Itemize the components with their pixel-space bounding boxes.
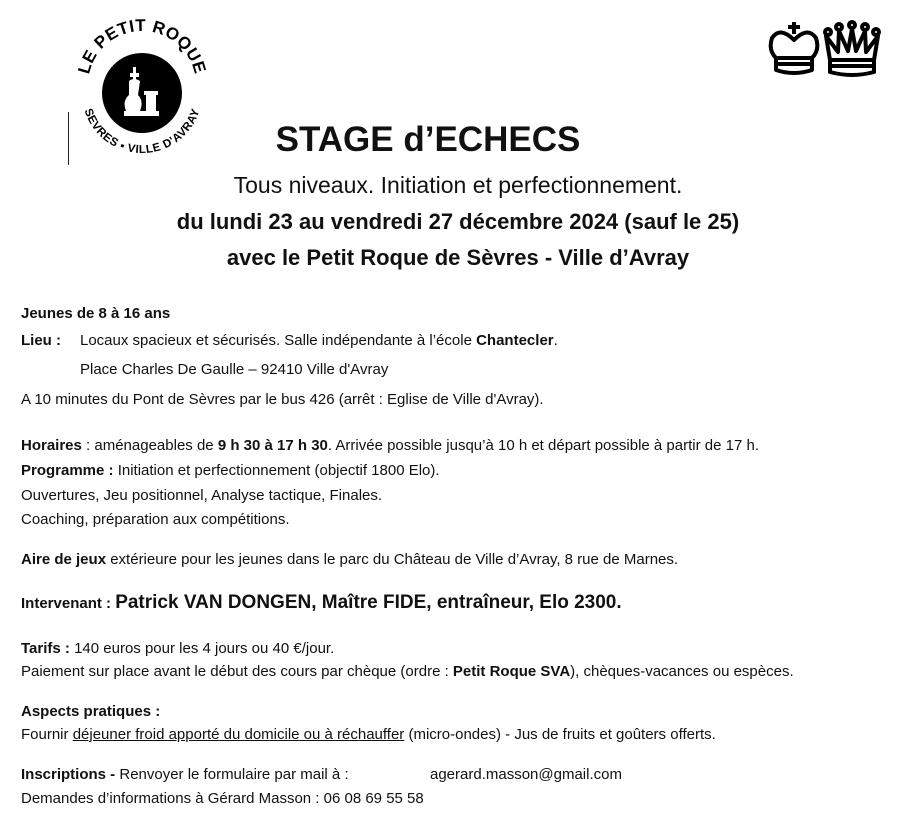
aspects-underlined: déjeuner froid apporté du domicile ou à …	[72, 726, 405, 743]
tarifs-label: Tarifs :	[21, 640, 70, 657]
subtitle: Tous niveaux. Initiation et perfectionne…	[233, 172, 683, 198]
page-title: STAGE d’ECHECS	[275, 120, 581, 159]
programme-label: Programme :	[21, 462, 114, 479]
event-dates: du lundi 23 au vendredi 27 décembre 2024…	[176, 209, 740, 234]
programme-text: Initiation et perfectionnement (objectif…	[113, 462, 440, 479]
payment-post: ), chèques-vacances ou espèces.	[570, 663, 794, 680]
programme-line: Programme : Initiation et perfectionneme…	[21, 462, 440, 479]
address: Place Charles De Gaulle – 92410 Ville d'…	[80, 361, 389, 378]
aire-text: extérieure pour les jeunes dans le parc …	[106, 551, 679, 568]
horaires-post: . Arrivée possible jusqu’à 10 h et dépar…	[327, 437, 759, 454]
aspects-line: Fournir déjeuner froid apporté du domici…	[21, 726, 716, 743]
contact-line: Demandes d’informations à Gérard Masson …	[21, 790, 424, 807]
intervenant-label: Intervenant :	[21, 595, 116, 612]
programme-line-2: Ouvertures, Jeu positionnel, Analyse tac…	[21, 487, 383, 504]
inscriptions-line: Inscriptions - Renvoyer le formulaire pa…	[21, 766, 349, 783]
lieu-text: Locaux spacieux et sécurisés. Salle indé…	[80, 332, 477, 349]
lieu-line: Lieu :	[21, 332, 61, 349]
lieu-label: Lieu :	[21, 332, 61, 349]
intervenant-name: Patrick VAN DONGEN, Maître FIDE, entraîn…	[115, 592, 622, 613]
age-range: Jeunes de 8 à 16 ans	[21, 305, 171, 322]
email-link[interactable]: agerard.masson@gmail.com	[430, 766, 622, 783]
tarifs-text: 140 euros pour les 4 jours ou 40 €/jour.	[69, 640, 335, 657]
aspects-post: (micro-ondes) - Jus de fruits et goûters…	[404, 726, 716, 743]
tarifs-line: Tarifs : 140 euros pour les 4 jours ou 4…	[21, 640, 334, 657]
inscriptions-label: Inscriptions -	[21, 766, 116, 783]
payment-order: Petit Roque SVA	[452, 663, 571, 680]
intervenant-line: Intervenant : Patrick VAN DONGEN, Maître…	[21, 592, 622, 614]
aspects-label: Aspects pratiques :	[21, 703, 161, 720]
lieu-period: .	[553, 332, 558, 349]
payment-pre: Paiement sur place avant le début des co…	[21, 663, 453, 680]
horaires-label: Horaires	[21, 437, 82, 454]
access-info: A 10 minutes du Pont de Sèvres par le bu…	[21, 391, 544, 408]
club-name: avec le Petit Roque de Sèvres - Ville d’…	[226, 245, 690, 270]
inscriptions-text: Renvoyer le formulaire par mail à :	[115, 766, 349, 783]
programme-line-3: Coaching, préparation aux compétitions.	[21, 511, 290, 528]
aspects-pre: Fournir	[21, 726, 73, 743]
aire-line: Aire de jeux extérieure pour les jeunes …	[21, 551, 678, 568]
lieu-description: Locaux spacieux et sécurisés. Salle indé…	[80, 332, 558, 349]
payment-line: Paiement sur place avant le début des co…	[21, 663, 794, 680]
school-name: Chantecler	[476, 332, 554, 349]
king-queen-icon	[768, 20, 881, 77]
horaires-pre: : aménageables de	[81, 437, 218, 454]
horaires-line: Horaires : aménageables de 9 h 30 à 17 h…	[21, 437, 759, 454]
aire-label: Aire de jeux	[21, 551, 107, 568]
horaires-hours: 9 h 30 à 17 h 30	[217, 437, 328, 454]
